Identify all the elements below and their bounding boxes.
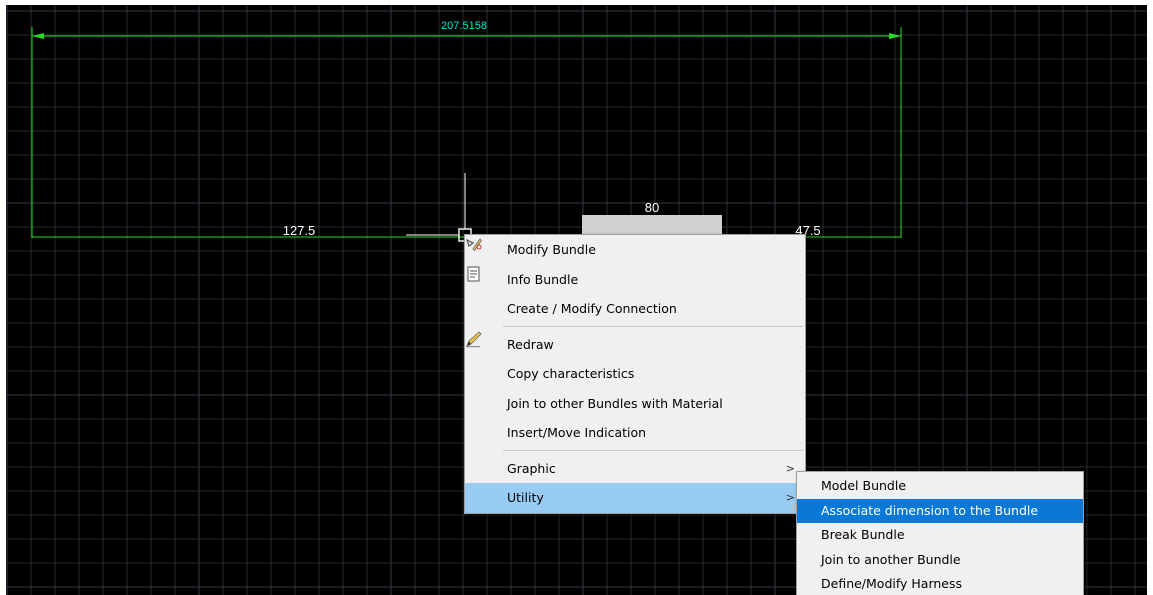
dimension-arrow-left (32, 33, 44, 39)
menu-item-insert-move-indication[interactable]: Insert/Move Indication (465, 418, 805, 448)
submenu-item-join-to-another-bundle[interactable]: Join to another Bundle (797, 548, 1083, 573)
redraw-pencil-icon (466, 330, 482, 347)
submenu-item-associate-dimension[interactable]: Associate dimension to the Bundle (797, 498, 1083, 523)
menu-item-label: Redraw (507, 336, 554, 352)
menu-item-create-modify-connection[interactable]: Create / Modify Connection (465, 294, 805, 324)
info-bundle-icon (467, 266, 480, 281)
menu-item-redraw[interactable]: Redraw (465, 330, 805, 360)
menu-item-label: Insert/Move Indication (507, 425, 647, 440)
submenu-item-model-bundle[interactable]: Model Bundle (797, 474, 1083, 499)
menu-item-label: Copy characteristics (507, 366, 635, 381)
menu-separator (503, 450, 803, 451)
submenu-item-break-bundle[interactable]: Break Bundle (797, 523, 1083, 548)
utility-submenu: Model Bundle Associate dimension to the … (796, 471, 1084, 595)
menu-item-info-bundle[interactable]: Info Bundle (465, 265, 805, 295)
submenu-arrow-icon: > (785, 491, 795, 504)
dimension-total-text[interactable]: 207.5158 (441, 20, 487, 32)
context-menu: Modify Bundle Info Bundle Create / Modif… (464, 234, 806, 514)
menu-item-label: Graphic (507, 460, 556, 476)
menu-item-label: Create / Modify Connection (507, 301, 677, 316)
cad-drawing-canvas[interactable]: 207.5158 127.5 80 47.5 Modify Bundle Inf… (6, 5, 1147, 595)
menu-item-label: Info Bundle (507, 271, 579, 287)
menu-item-label: Join to other Bundles with Material (507, 395, 723, 411)
menu-item-label: Modify Bundle (507, 242, 596, 257)
submenu-item-define-modify-harness[interactable]: Define/Modify Harness (797, 572, 1083, 595)
submenu-arrow-icon: > (785, 461, 795, 475)
menu-item-copy-characteristics[interactable]: Copy characteristics (465, 359, 805, 389)
menu-item-label: Utility (507, 490, 544, 505)
dimension-left-text: 127.5 (283, 223, 316, 238)
dimension-center-text: 80 (645, 200, 659, 215)
menu-item-utility[interactable]: Utility > (465, 483, 805, 513)
menu-item-join-to-other-bundles[interactable]: Join to other Bundles with Material (465, 389, 805, 419)
menu-item-modify-bundle[interactable]: Modify Bundle (465, 235, 805, 265)
modify-bundle-icon (465, 238, 483, 252)
menu-separator (503, 326, 803, 327)
menu-item-graphic[interactable]: Graphic > (465, 454, 805, 484)
